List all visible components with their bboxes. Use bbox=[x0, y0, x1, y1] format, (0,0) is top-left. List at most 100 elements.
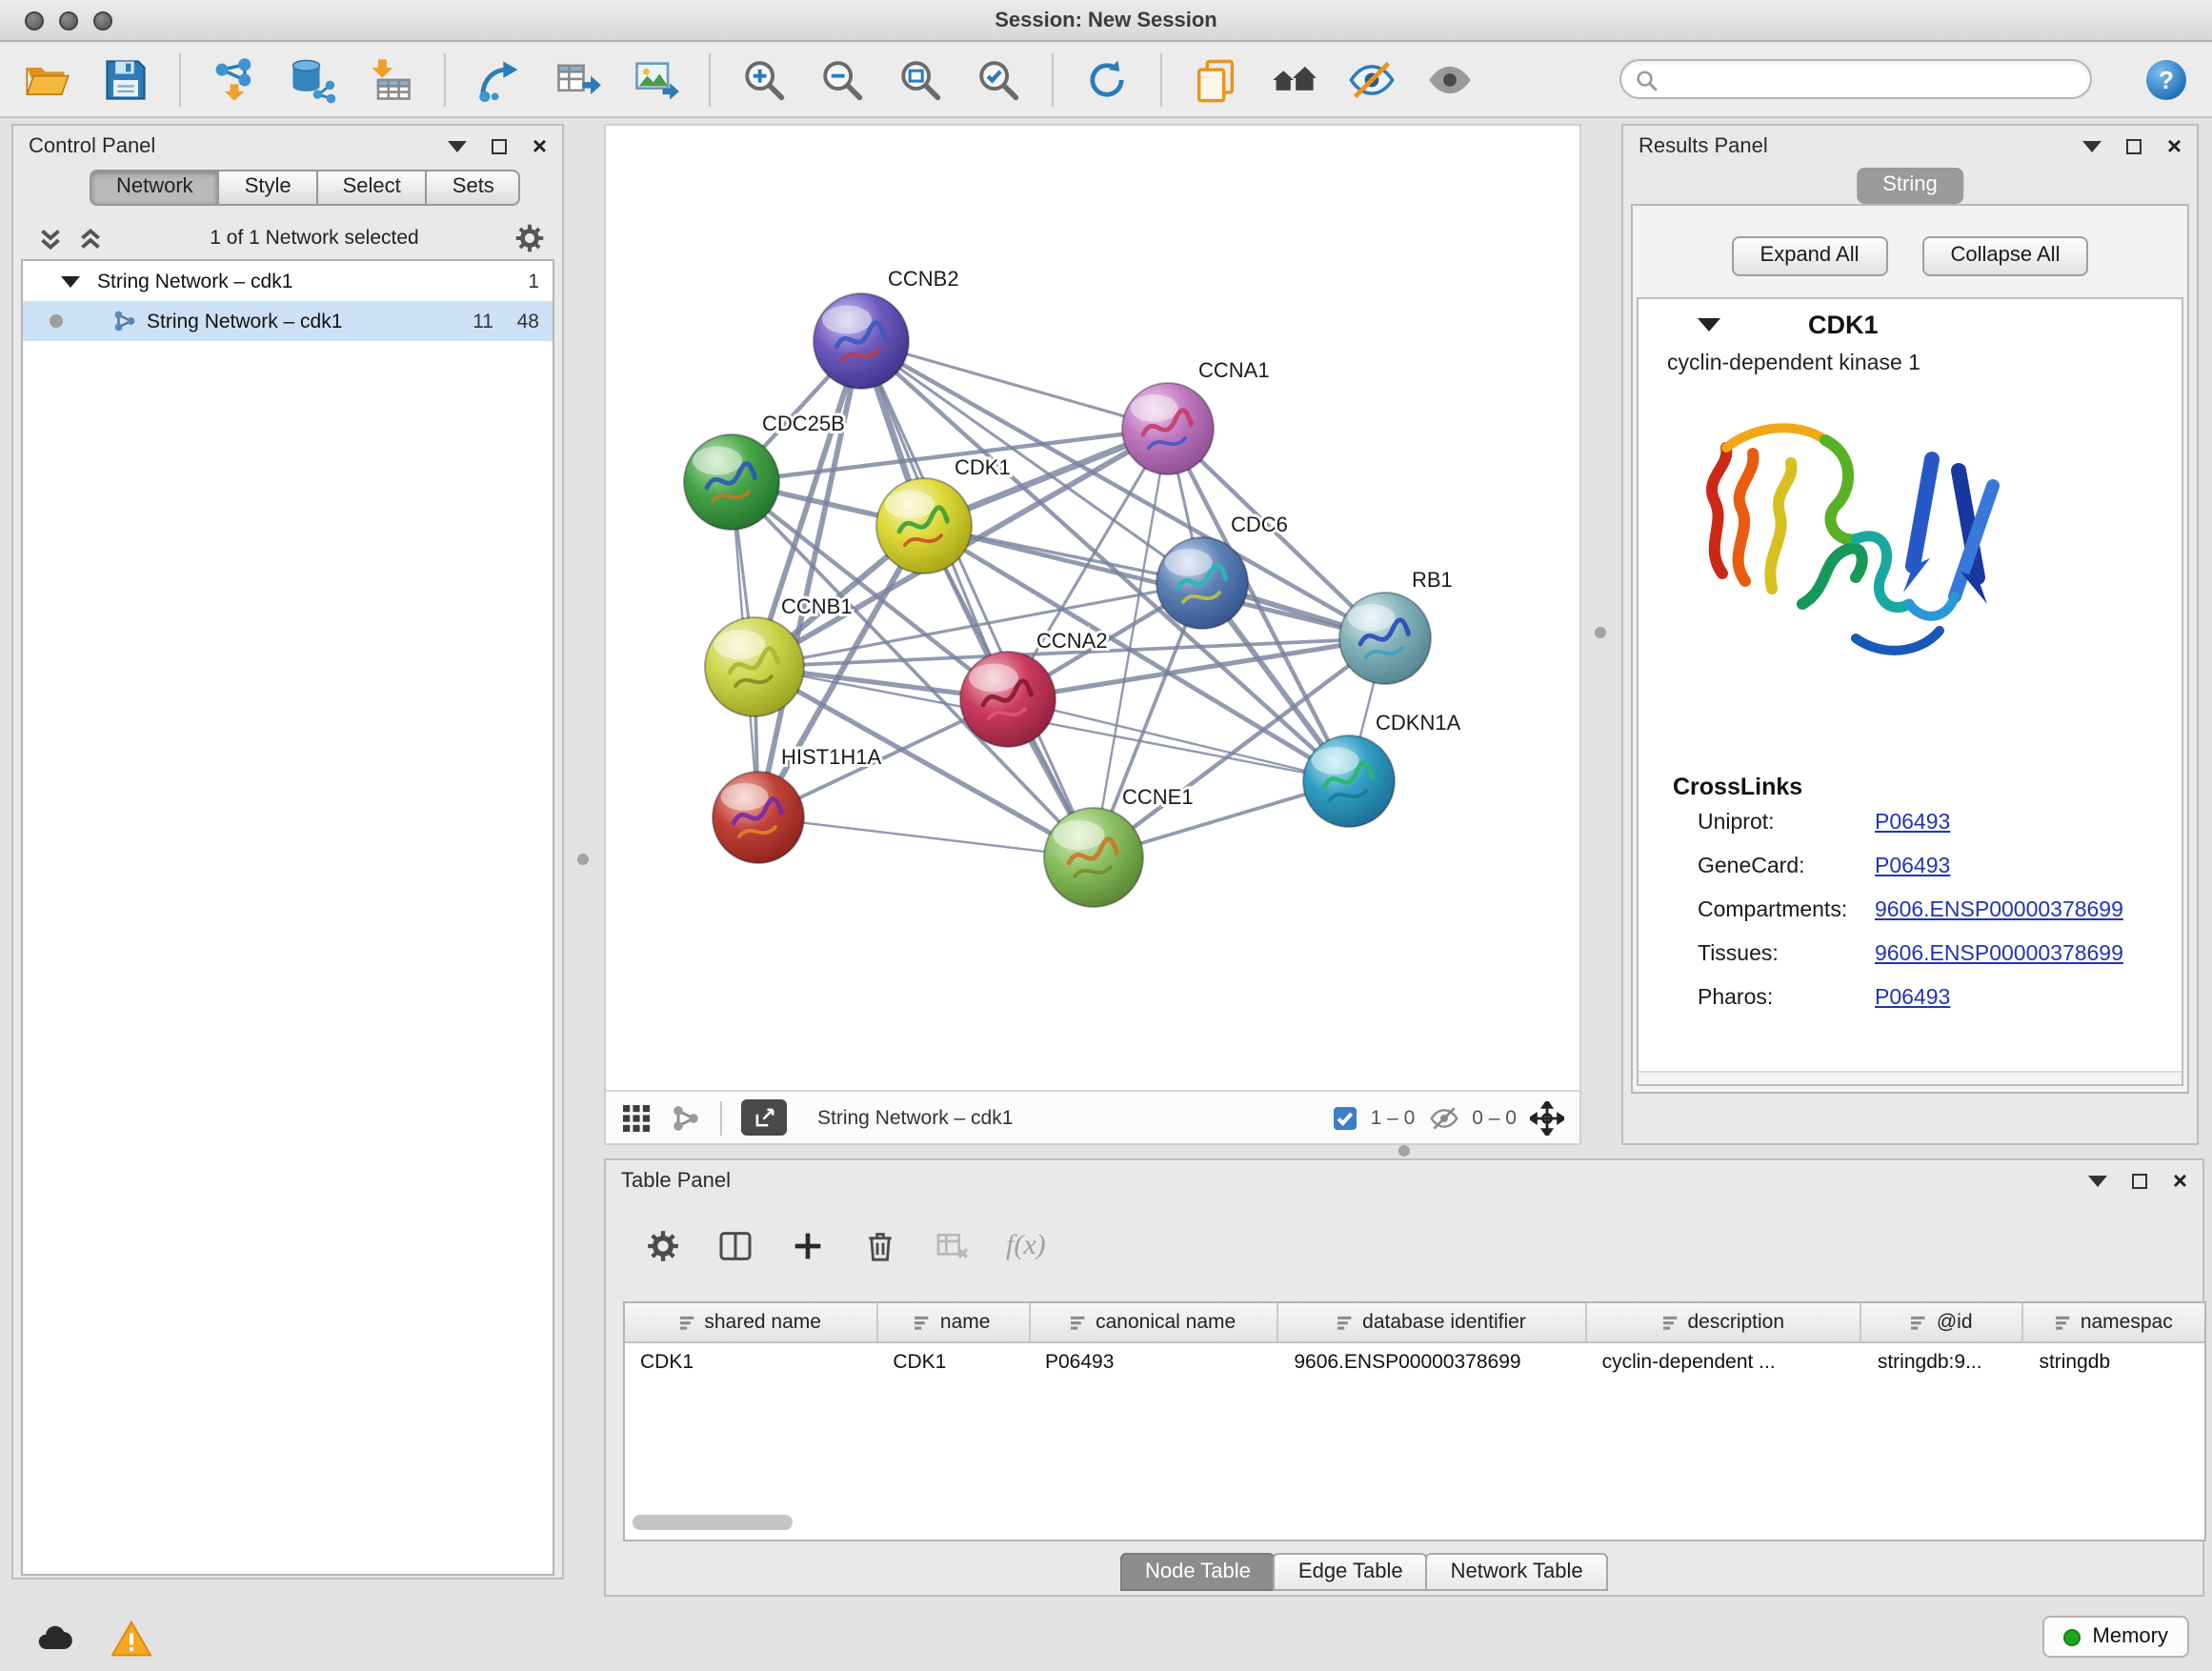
detach-view-button[interactable] bbox=[741, 1099, 787, 1136]
tab-sets[interactable]: Sets bbox=[426, 170, 521, 206]
selected-checkbox-icon[interactable] bbox=[1335, 1106, 1357, 1129]
horizontal-scrollbar[interactable] bbox=[1639, 1071, 2182, 1084]
grid-view-icon[interactable] bbox=[621, 1102, 652, 1133]
pharos-link[interactable]: P06493 bbox=[1875, 986, 1950, 1009]
network-node-CCNB1[interactable]: CCNB1 bbox=[705, 594, 853, 716]
cell-name[interactable]: CDK1 bbox=[877, 1343, 1030, 1381]
expander-icon[interactable] bbox=[61, 275, 80, 287]
edge-count: 48 bbox=[517, 310, 539, 332]
tab-network[interactable]: Network bbox=[90, 170, 220, 206]
tab-style[interactable]: Style bbox=[218, 170, 318, 206]
cell-namespace[interactable]: stringdb bbox=[2023, 1343, 2204, 1381]
genecard-link[interactable]: P06493 bbox=[1875, 855, 1950, 877]
close-window-button[interactable] bbox=[25, 11, 44, 30]
refresh-icon[interactable] bbox=[1082, 54, 1132, 104]
panel-close-icon[interactable]: × bbox=[533, 137, 547, 156]
network-tree: String Network – cdk1 1 String Network –… bbox=[21, 259, 554, 1576]
tissues-link[interactable]: 9606.ENSP00000378699 bbox=[1875, 942, 2123, 965]
open-session-icon[interactable] bbox=[23, 54, 72, 104]
network-view-toolbar: String Network – cdk1 1 – 0 0 – 0 bbox=[606, 1090, 1579, 1143]
warning-icon[interactable] bbox=[111, 1618, 152, 1660]
zoom-out-icon[interactable] bbox=[817, 54, 867, 104]
zoom-window-button[interactable] bbox=[93, 11, 112, 30]
network-collection-row[interactable]: String Network – cdk1 1 bbox=[23, 261, 553, 301]
right-splitter-handle[interactable] bbox=[1595, 627, 1606, 638]
cell-database-identifier[interactable]: 9606.ENSP00000378699 bbox=[1278, 1343, 1586, 1381]
panel-float-icon[interactable] bbox=[493, 139, 508, 154]
show-columns-icon[interactable] bbox=[716, 1227, 754, 1265]
cell-shared-name[interactable]: CDK1 bbox=[625, 1343, 877, 1381]
documents-icon[interactable] bbox=[1191, 54, 1240, 104]
collapse-all-button[interactable]: Collapse All bbox=[1922, 236, 2089, 276]
tab-string[interactable]: String bbox=[1856, 168, 1964, 204]
zoom-fit-icon[interactable] bbox=[895, 54, 945, 104]
expand-all-button[interactable]: Expand All bbox=[1732, 236, 1888, 276]
panel-close-icon[interactable]: × bbox=[2167, 137, 2182, 156]
zoom-in-icon[interactable] bbox=[739, 54, 789, 104]
column-header-database-identifier[interactable]: database identifier bbox=[1278, 1303, 1586, 1341]
network-node-CDKN1A[interactable]: CDKN1A bbox=[1303, 711, 1461, 827]
compartments-link[interactable]: 9606.ENSP00000378699 bbox=[1875, 898, 2123, 921]
column-header-id[interactable]: @id bbox=[1862, 1303, 2024, 1341]
network-node-CCNB2[interactable]: CCNB2 bbox=[814, 267, 959, 389]
network-node-RB1[interactable]: RB1 bbox=[1339, 568, 1453, 684]
add-column-icon[interactable] bbox=[789, 1227, 827, 1265]
panel-float-icon[interactable] bbox=[2133, 1174, 2148, 1189]
eye-icon[interactable] bbox=[1425, 54, 1475, 104]
uniprot-link[interactable]: P06493 bbox=[1875, 811, 1950, 834]
panel-menu-icon[interactable] bbox=[449, 141, 468, 152]
network-node-HIST1H1A[interactable]: HIST1H1A bbox=[713, 745, 881, 863]
column-header-name[interactable]: name bbox=[877, 1303, 1030, 1341]
delete-column-icon[interactable] bbox=[861, 1227, 899, 1265]
export-table-icon[interactable] bbox=[553, 54, 602, 104]
cell-id[interactable]: stringdb:9... bbox=[1862, 1343, 2024, 1381]
expand-all-icon[interactable] bbox=[76, 224, 105, 252]
left-splitter-handle[interactable] bbox=[577, 854, 589, 865]
network-canvas[interactable]: CCNB2CCNA1CDC25BCDK1CDC6RB1CCNB1CCNA2CDK… bbox=[606, 126, 1579, 1090]
tab-edge-table[interactable]: Edge Table bbox=[1274, 1553, 1428, 1591]
table-row[interactable]: CDK1 CDK1 P06493 9606.ENSP00000378699 cy… bbox=[625, 1343, 2204, 1381]
search-input[interactable] bbox=[1667, 63, 2075, 95]
horizontal-splitter-handle[interactable] bbox=[1398, 1145, 1410, 1157]
collapse-all-icon[interactable] bbox=[36, 224, 65, 252]
memory-button[interactable]: Memory bbox=[2043, 1616, 2189, 1658]
eye-slash-icon[interactable] bbox=[1347, 54, 1397, 104]
export-network-icon[interactable] bbox=[474, 54, 524, 104]
help-icon[interactable]: ? bbox=[2143, 56, 2189, 102]
table-settings-gear-icon[interactable] bbox=[644, 1227, 682, 1265]
table-horizontal-scrollbar[interactable] bbox=[633, 1515, 793, 1530]
network-node-CCNA1[interactable]: CCNA1 bbox=[1122, 358, 1270, 474]
network-row[interactable]: String Network – cdk1 11 48 bbox=[23, 301, 553, 341]
cell-description[interactable]: cyclin-dependent ... bbox=[1587, 1343, 1862, 1381]
tab-node-table[interactable]: Node Table bbox=[1120, 1553, 1276, 1591]
panel-menu-icon[interactable] bbox=[2083, 141, 2102, 152]
hidden-eye-slash-icon[interactable] bbox=[1428, 1102, 1458, 1133]
network-node-CDK1[interactable]: CDK1 bbox=[876, 455, 1011, 574]
network-overview-icon[interactable] bbox=[671, 1102, 701, 1133]
panel-float-icon[interactable] bbox=[2127, 139, 2142, 154]
sort-icon bbox=[1662, 1314, 1679, 1331]
export-image-icon[interactable] bbox=[631, 54, 680, 104]
cell-canonical-name[interactable]: P06493 bbox=[1030, 1343, 1278, 1381]
home-icon[interactable] bbox=[1269, 54, 1318, 104]
tab-network-table[interactable]: Network Table bbox=[1426, 1553, 1608, 1591]
panel-close-icon[interactable]: × bbox=[2173, 1172, 2187, 1191]
column-header-shared-name[interactable]: shared name bbox=[625, 1303, 877, 1341]
tab-select[interactable]: Select bbox=[316, 170, 428, 206]
column-header-description[interactable]: description bbox=[1587, 1303, 1862, 1341]
minimize-window-button[interactable] bbox=[59, 11, 78, 30]
gear-icon[interactable] bbox=[513, 221, 547, 255]
import-table-icon[interactable] bbox=[366, 54, 415, 104]
collapse-gene-icon[interactable] bbox=[1698, 317, 1720, 331]
save-session-icon[interactable] bbox=[101, 54, 151, 104]
gene-header[interactable]: CDK1 bbox=[1639, 299, 2182, 349]
import-network-database-icon[interactable] bbox=[288, 54, 337, 104]
panel-menu-icon[interactable] bbox=[2089, 1176, 2108, 1187]
cloud-icon[interactable] bbox=[34, 1618, 76, 1660]
pan-crosshair-icon[interactable] bbox=[1530, 1100, 1564, 1135]
toolbar-separator bbox=[720, 1100, 722, 1135]
column-header-canonical-name[interactable]: canonical name bbox=[1030, 1303, 1278, 1341]
column-header-namespace[interactable]: namespac bbox=[2024, 1303, 2205, 1341]
import-network-file-icon[interactable] bbox=[210, 54, 259, 104]
zoom-selected-icon[interactable] bbox=[974, 54, 1023, 104]
